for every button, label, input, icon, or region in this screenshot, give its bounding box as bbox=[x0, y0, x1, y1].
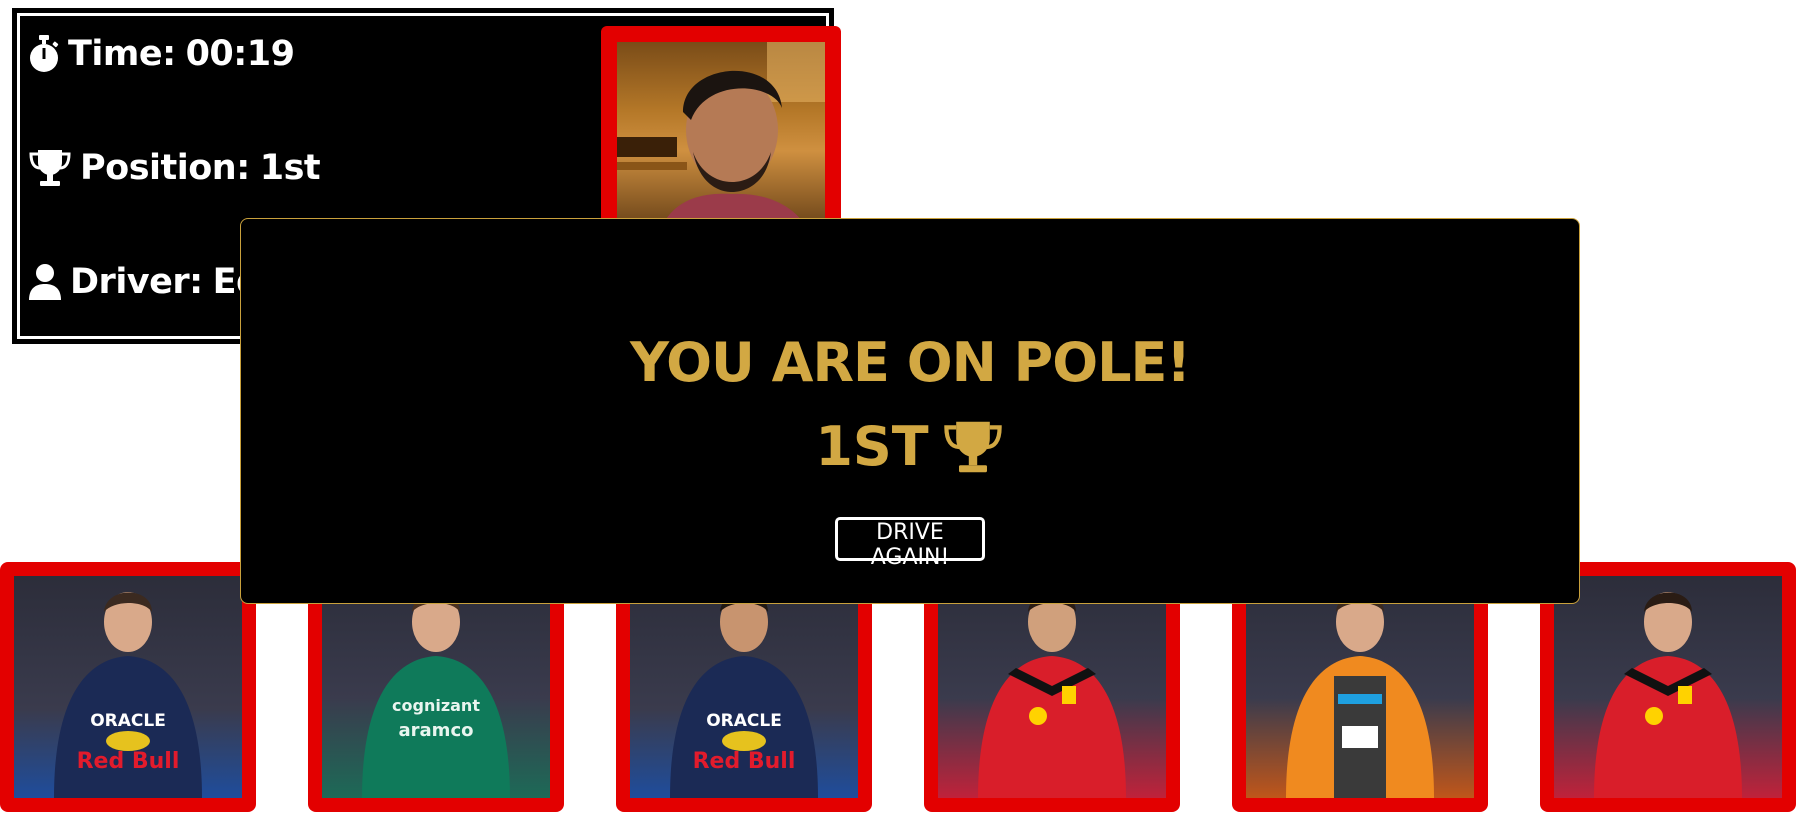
result-position: 1ST bbox=[815, 415, 929, 478]
time-value: 00:19 bbox=[185, 34, 295, 74]
position-stat: Position: 1st bbox=[28, 148, 321, 188]
stopwatch-icon bbox=[30, 35, 59, 72]
modal-title: YOU ARE ON POLE! bbox=[629, 331, 1191, 394]
svg-text:ORACLE: ORACLE bbox=[90, 711, 166, 731]
driver-label: Driver: bbox=[70, 262, 203, 302]
modal-result: 1ST bbox=[241, 415, 1579, 478]
svg-text:cognizant: cognizant bbox=[392, 696, 480, 715]
svg-text:ORACLE: ORACLE bbox=[706, 711, 782, 731]
svg-text:Red Bull: Red Bull bbox=[77, 749, 180, 774]
position-value: 1st bbox=[259, 148, 321, 188]
driver-portrait bbox=[938, 576, 1166, 798]
drive-again-button[interactable]: DRIVE AGAIN! bbox=[835, 517, 985, 570]
position-label: Position: bbox=[80, 148, 250, 188]
driver-portrait bbox=[1554, 576, 1782, 798]
svg-text:Red Bull: Red Bull bbox=[693, 749, 796, 774]
driver-card[interactable]: ORACLE Red Bull bbox=[0, 562, 256, 812]
time-stat: Time: 00:19 bbox=[28, 34, 295, 74]
trophy-icon bbox=[943, 421, 1002, 472]
time-label: Time: bbox=[68, 34, 176, 74]
driver-portrait: ORACLE Red Bull bbox=[630, 576, 858, 798]
user-icon bbox=[29, 264, 61, 300]
driver-portrait: cognizant aramco bbox=[322, 576, 550, 798]
driver-portrait bbox=[1246, 576, 1474, 798]
svg-text:aramco: aramco bbox=[399, 720, 474, 741]
driver-portrait: ORACLE Red Bull bbox=[14, 576, 242, 798]
result-modal: YOU ARE ON POLE! 1ST DRIVE AGAIN! bbox=[240, 218, 1580, 604]
trophy-icon bbox=[29, 150, 71, 186]
